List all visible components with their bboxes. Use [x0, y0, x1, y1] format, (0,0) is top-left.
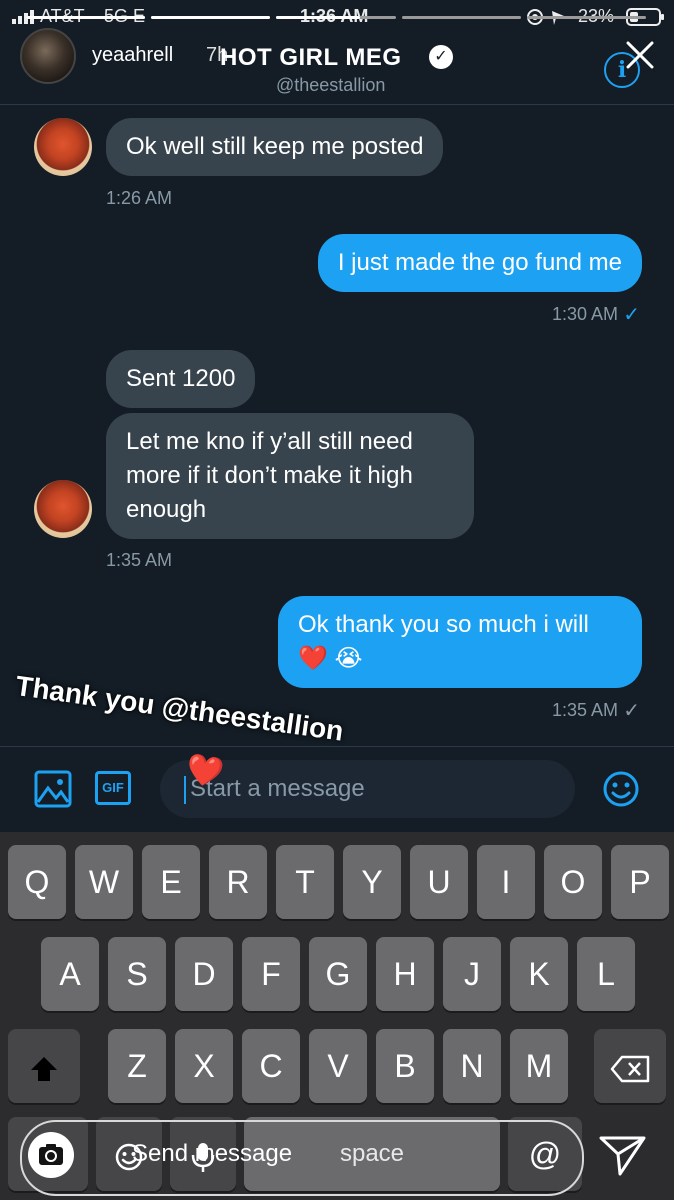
- reply-placeholder: Send message: [132, 1140, 293, 1167]
- message-bubble-incoming[interactable]: Ok well still keep me posted: [106, 118, 444, 176]
- heart-sticker: ❤️: [183, 752, 226, 791]
- story-progress-segment: [401, 16, 521, 19]
- key-j[interactable]: J: [443, 937, 501, 1011]
- message-bubble-outgoing[interactable]: Ok thank you so much i will ❤️ 😭: [278, 596, 642, 688]
- key-o[interactable]: O: [544, 845, 602, 919]
- location-icon: [526, 8, 566, 31]
- message-bubble-outgoing[interactable]: I just made the go fund me: [317, 234, 642, 292]
- close-icon[interactable]: [620, 35, 660, 75]
- conversation-title: HOT GIRL MEG: [220, 44, 402, 71]
- story-progress-fill: [26, 16, 146, 19]
- key-l[interactable]: L: [577, 937, 635, 1011]
- story-progress-fill: [276, 16, 360, 19]
- key-h[interactable]: H: [376, 937, 434, 1011]
- key-u[interactable]: U: [410, 845, 468, 919]
- story-username[interactable]: yeaahrell: [92, 44, 173, 67]
- contact-avatar[interactable]: [34, 118, 92, 176]
- story-reply-input[interactable]: [20, 1120, 584, 1196]
- key-r[interactable]: R: [209, 845, 267, 919]
- key-g[interactable]: G: [309, 937, 367, 1011]
- key-y[interactable]: Y: [343, 845, 401, 919]
- key-t[interactable]: T: [276, 845, 334, 919]
- message-timestamp: 1:26 AM: [106, 188, 173, 208]
- contact-avatar[interactable]: [34, 480, 92, 538]
- key-e[interactable]: E: [142, 845, 200, 919]
- key-c[interactable]: C: [242, 1029, 300, 1103]
- message-timestamp: 1:35 AM: [551, 700, 618, 720]
- image-icon[interactable]: [34, 770, 72, 813]
- story-progress-segment: [151, 16, 271, 19]
- key-i[interactable]: I: [477, 845, 535, 919]
- key-b[interactable]: B: [376, 1029, 434, 1103]
- emoji-icon[interactable]: [602, 770, 640, 813]
- message-timestamp: 1:35 AM: [106, 550, 173, 570]
- key-f[interactable]: F: [242, 937, 300, 1011]
- key-p[interactable]: P: [611, 845, 669, 919]
- send-icon[interactable]: [598, 1132, 648, 1183]
- key-x[interactable]: X: [175, 1029, 233, 1103]
- gif-button[interactable]: GIF: [95, 771, 131, 805]
- story-progress-segment: [526, 16, 646, 19]
- read-check-icon: ✓: [623, 700, 640, 722]
- story-avatar[interactable]: [20, 28, 76, 84]
- key-n[interactable]: N: [443, 1029, 501, 1103]
- key-a[interactable]: A: [41, 937, 99, 1011]
- key-z[interactable]: Z: [108, 1029, 166, 1103]
- conversation-handle: @theestallion: [276, 75, 386, 95]
- key-w[interactable]: W: [75, 845, 133, 919]
- camera-button[interactable]: [28, 1132, 74, 1178]
- message-bubble-incoming[interactable]: Let me kno if y’all still need more if i…: [106, 413, 474, 539]
- key-v[interactable]: V: [309, 1029, 367, 1103]
- story-progress-segment: [26, 16, 146, 19]
- story-progress-segment: [276, 16, 396, 19]
- key-s[interactable]: S: [108, 937, 166, 1011]
- verified-badge-icon: ✓: [429, 45, 453, 69]
- key-d[interactable]: D: [175, 937, 233, 1011]
- message-bubble-incoming[interactable]: Sent 1200: [106, 350, 256, 408]
- key-q[interactable]: Q: [8, 845, 66, 919]
- key-k[interactable]: K: [510, 937, 568, 1011]
- key-m[interactable]: M: [510, 1029, 568, 1103]
- battery-icon: [626, 8, 666, 31]
- status-bar: AT&T 5G E 1:36 AM 23%: [0, 0, 674, 34]
- backspace-key[interactable]: [594, 1029, 666, 1103]
- read-check-icon: ✓: [623, 304, 640, 326]
- message-timestamp: 1:30 AM: [551, 304, 618, 324]
- shift-key[interactable]: [8, 1029, 80, 1103]
- story-progress-fill: [151, 16, 271, 19]
